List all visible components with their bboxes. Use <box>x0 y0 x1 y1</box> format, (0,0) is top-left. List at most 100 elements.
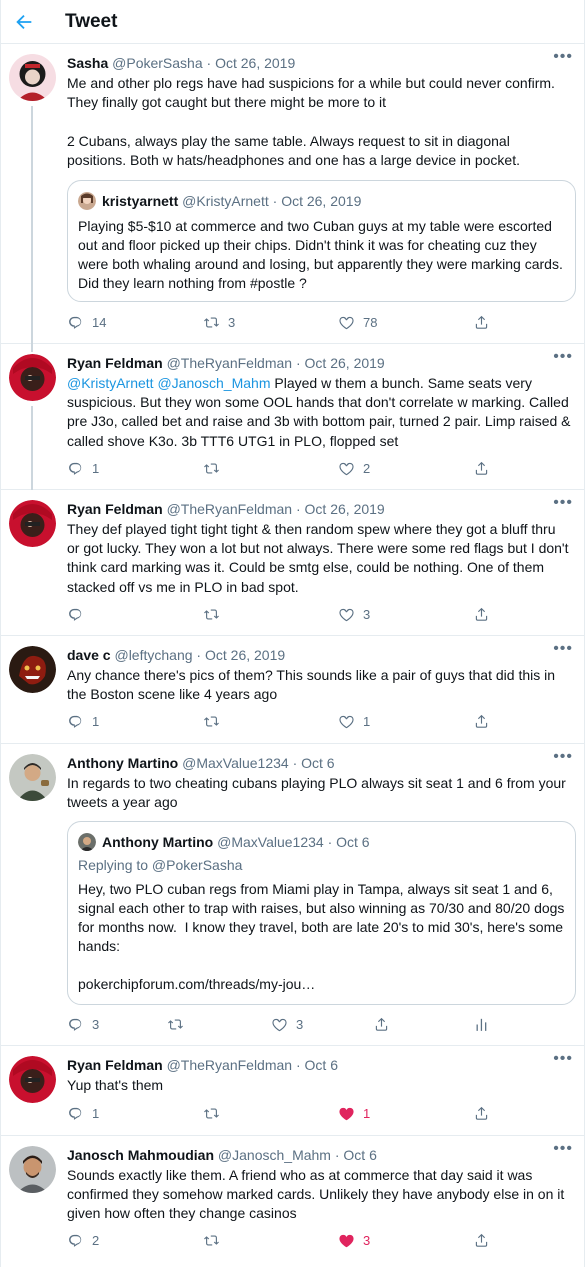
handle[interactable]: @TheRyanFeldman <box>167 501 293 517</box>
like-count: 3 <box>296 1017 304 1032</box>
like-icon <box>339 316 354 330</box>
reply-button[interactable]: 1 <box>67 713 99 730</box>
reply-count: 1 <box>92 1106 100 1121</box>
analytics-button[interactable] <box>473 1016 498 1033</box>
tweet-actions: 3 <box>1 606 585 630</box>
avatar[interactable] <box>9 1146 56 1193</box>
tweet-actions: 1 1 <box>1 713 585 737</box>
thread-line <box>31 106 33 344</box>
avatar[interactable] <box>9 1056 56 1103</box>
timestamp[interactable]: Oct 6 <box>301 755 334 771</box>
like-icon <box>272 1018 287 1032</box>
timestamp: Oct 26, 2019 <box>281 193 362 209</box>
quoted-text: Hey, two PLO cuban regs from Miami play … <box>78 881 565 992</box>
share-button[interactable] <box>373 1016 398 1033</box>
share-button[interactable] <box>473 606 498 623</box>
retweet-button[interactable] <box>203 460 228 477</box>
handle[interactable]: @TheRyanFeldman <box>167 1057 293 1073</box>
reply-button[interactable]: 14 <box>67 314 106 331</box>
reply-icon <box>69 1234 82 1247</box>
handle[interactable]: @Janosch_Mahm <box>218 1147 331 1163</box>
share-button[interactable] <box>473 460 498 477</box>
like-count: 2 <box>363 461 371 476</box>
timestamp: Oct 6 <box>336 834 370 850</box>
retweet-button[interactable] <box>203 1105 228 1122</box>
quoted-tweet[interactable]: kristyarnett @KristyArnett · Oct 26, 201… <box>67 180 576 302</box>
timestamp[interactable]: Oct 26, 2019 <box>215 55 295 71</box>
timestamp[interactable]: Oct 26, 2019 <box>205 647 285 663</box>
tweet[interactable]: ••• dave c @leftychang · Oct 26, 2019 An… <box>1 636 585 744</box>
display-name[interactable]: Ryan Feldman <box>67 501 163 517</box>
share-button[interactable] <box>473 1232 498 1249</box>
retweet-icon <box>204 317 219 328</box>
timestamp[interactable]: Oct 6 <box>343 1147 376 1163</box>
display-name[interactable]: Sasha <box>67 55 108 71</box>
avatar <box>78 192 96 210</box>
reply-button[interactable]: 2 <box>67 1232 99 1249</box>
avatar[interactable] <box>9 54 56 101</box>
tweet-actions: 1 1 <box>1 1105 585 1129</box>
share-button[interactable] <box>473 713 498 730</box>
like-icon <box>339 715 354 729</box>
like-button[interactable]: 3 <box>338 606 370 623</box>
retweet-button[interactable] <box>203 1232 228 1249</box>
reply-count: 14 <box>92 315 107 330</box>
timestamp[interactable]: Oct 26, 2019 <box>305 355 385 371</box>
retweet-button[interactable] <box>203 606 228 623</box>
like-button[interactable]: 78 <box>338 314 377 331</box>
retweet-button[interactable]: 3 <box>203 314 235 331</box>
retweet-icon <box>204 609 219 620</box>
mention-link[interactable]: @KristyArnett @Janosch_Mahm <box>67 375 271 391</box>
tweet[interactable]: ••• Ryan Feldman @TheRyanFeldman · Oct 2… <box>1 490 585 636</box>
display-name[interactable]: Ryan Feldman <box>67 355 163 371</box>
share-button[interactable] <box>473 314 498 331</box>
like-button[interactable]: 1 <box>338 713 370 730</box>
avatar[interactable] <box>9 354 56 401</box>
avatar <box>78 833 96 851</box>
thread-line <box>31 344 33 352</box>
tweet-text: They def played tight tight tight & then… <box>67 521 573 595</box>
retweet-icon <box>204 1108 219 1119</box>
display-name[interactable]: Ryan Feldman <box>67 1057 163 1073</box>
tweet[interactable]: ••• Ryan Feldman @TheRyanFeldman · Oct 6… <box>1 1046 585 1136</box>
like-button[interactable]: 1 <box>338 1105 370 1122</box>
reply-button[interactable]: 1 <box>67 460 99 477</box>
share-icon <box>475 461 488 475</box>
tweet-actions: 3 3 <box>1 1016 585 1040</box>
display-name: kristyarnett <box>102 193 179 209</box>
reply-button[interactable] <box>67 606 92 623</box>
retweet-button[interactable] <box>167 1016 192 1033</box>
like-count: 78 <box>363 315 378 330</box>
display-name[interactable]: Anthony Martino <box>67 755 178 771</box>
retweet-button[interactable] <box>203 713 228 730</box>
reply-button[interactable]: 3 <box>67 1016 99 1033</box>
avatar[interactable] <box>9 646 56 693</box>
handle[interactable]: @leftychang <box>114 647 192 663</box>
tweet[interactable]: ••• Janosch Mahmoudian @Janosch_Mahm · O… <box>1 1136 585 1267</box>
timestamp[interactable]: Oct 6 <box>305 1057 338 1073</box>
share-icon <box>475 714 488 728</box>
like-button[interactable]: 3 <box>338 1232 370 1249</box>
tweet[interactable]: ••• Anthony Martino @MaxValue1234 · Oct … <box>1 744 585 1046</box>
back-arrow-icon[interactable] <box>13 11 35 33</box>
avatar[interactable] <box>9 754 56 801</box>
like-button[interactable]: 3 <box>271 1016 303 1033</box>
like-button[interactable]: 2 <box>338 460 370 477</box>
tweet[interactable]: ••• Sasha @PokerSasha · Oct 26, 2019 Me … <box>1 44 585 344</box>
display-name[interactable]: dave c <box>67 647 111 663</box>
share-button[interactable] <box>473 1105 498 1122</box>
tweet[interactable]: ••• Ryan Feldman @TheRyanFeldman · Oct 2… <box>1 344 585 490</box>
handle[interactable]: @PokerSasha <box>112 55 202 71</box>
tweet-text: @KristyArnett @Janosch_Mahm Played w the… <box>67 375 575 449</box>
handle[interactable]: @MaxValue1234 <box>182 755 289 771</box>
like-count: 3 <box>363 1233 371 1248</box>
quoted-tweet[interactable]: Anthony Martino @MaxValue1234 · Oct 6 Re… <box>67 821 576 1005</box>
like-count: 3 <box>363 607 371 622</box>
display-name[interactable]: Janosch Mahmoudian <box>67 1147 214 1163</box>
reply-button[interactable]: 1 <box>67 1105 99 1122</box>
avatar[interactable] <box>9 500 56 547</box>
reply-icon <box>69 1107 82 1120</box>
handle[interactable]: @TheRyanFeldman <box>167 355 293 371</box>
like-icon <box>339 608 354 622</box>
timestamp[interactable]: Oct 26, 2019 <box>305 501 385 517</box>
